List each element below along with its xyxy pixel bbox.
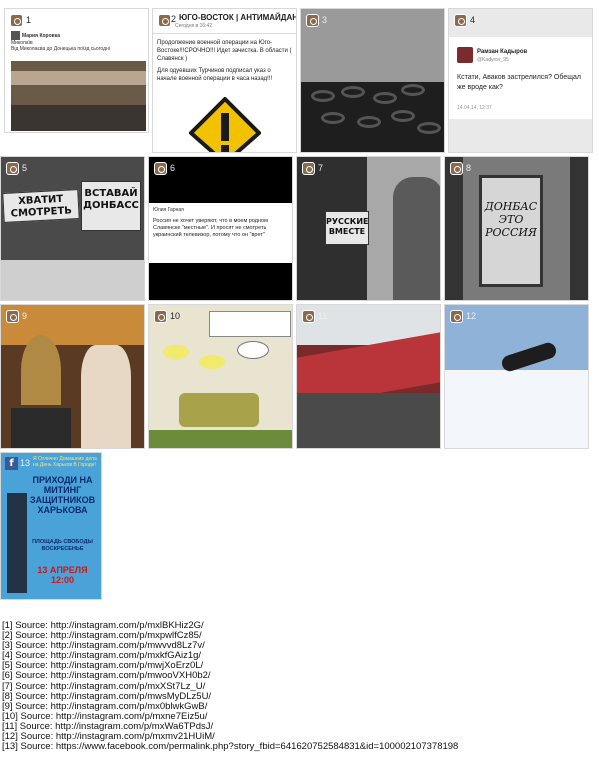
flyer-headline: ПРИХОДИ НА МИТИНГ ЗАЩИТНИКОВ ХАРЬКОВА	[29, 475, 96, 515]
image-tile-12[interactable]: 12	[444, 304, 589, 449]
tile-number: 2	[171, 14, 177, 24]
tweet-date: 14.04.14, 12:37	[457, 105, 492, 111]
image-tile-6[interactable]: 6 Юлия Гарная Россия не хочет уверяют, ч…	[148, 156, 293, 301]
instagram-icon	[302, 310, 315, 323]
post-time: Сегодня в 16:42	[175, 23, 213, 29]
protest-sign-left: ХВАТИТ СМОТРЕТЬ	[2, 189, 80, 223]
tile-number: 6	[170, 163, 176, 173]
facebook-post: Мария Коровка Миколаїв Від Миколаєва до …	[11, 31, 142, 52]
source-line[interactable]: [13] Source: https://www.facebook.com/pe…	[2, 742, 458, 752]
instagram-icon	[450, 162, 463, 175]
avatar	[457, 47, 473, 63]
tile-number: 10	[170, 311, 181, 321]
tweet-text: Кстати, Аваков застрелился? Обещал же вр…	[457, 74, 581, 91]
avatar	[11, 31, 20, 40]
image-tile-7[interactable]: РУССКИЕ ВМЕСТЕ 7	[296, 156, 441, 301]
post-text-2: Для одуевших Турчинов подписал указ о на…	[157, 68, 273, 82]
image-tile-1[interactable]: 1 Мария Коровка Миколаїв Від Миколаєва д…	[4, 8, 149, 133]
flyer-date-day: 13 АПРЕЛЯ	[37, 565, 88, 575]
protest-sign: РУССКИЕ ВМЕСТЕ	[325, 211, 369, 245]
tile-number: 1	[26, 15, 32, 25]
tile-number: 4	[470, 15, 476, 25]
image-tile-13[interactable]: f 13 Я Отлично Домашние дела на День Хар…	[0, 452, 102, 600]
instagram-icon	[302, 162, 315, 175]
facebook-icon: f	[5, 457, 18, 470]
instagram-icon	[6, 310, 19, 323]
monument	[7, 493, 27, 593]
tile-number: 5	[22, 163, 28, 173]
instagram-icon	[6, 162, 19, 175]
tile-number: 9	[22, 311, 28, 321]
tile-number: 3	[322, 15, 328, 25]
sources-list: [1] Source: http://instagram.com/p/mxlBK…	[2, 620, 458, 752]
instagram-icon	[154, 310, 167, 323]
image-tile-9[interactable]: 9	[0, 304, 145, 449]
image-tile-3[interactable]: 3	[300, 8, 445, 153]
person-in-snow	[499, 340, 559, 374]
post-author: Юлия Гарная	[153, 207, 184, 213]
instagram-icon	[306, 14, 319, 27]
image-tile-5[interactable]: ХВАТИТ СМОТРЕТЬ ВСТАВАЙ ДОНБАСС 5	[0, 156, 145, 301]
tweet-handle: @Kadyrov_95	[477, 57, 509, 63]
group-title: ЮГО-ВОСТОК | АНТИМАЙДАН	[179, 13, 297, 22]
image-tile-10[interactable]: 10	[148, 304, 293, 449]
image-tile-2[interactable]: 2 ЮГО-ВОСТОК | АНТИМАЙДАН Сегодня в 16:4…	[152, 8, 297, 153]
tile-number: 11	[318, 311, 328, 321]
post-author: Мария Коровка	[22, 32, 61, 39]
tile-number: 13	[20, 458, 31, 468]
instagram-icon	[154, 162, 167, 175]
image-tile-11[interactable]: 11	[296, 304, 441, 449]
instagram-icon	[158, 14, 171, 27]
post-photo	[11, 61, 146, 131]
warning-sign-icon	[189, 97, 261, 152]
poster-text: ДОНБАС ЭТО РОССИЯ	[484, 200, 538, 239]
tire-barricade	[301, 82, 444, 152]
image-tile-4[interactable]: 4 Рамзан Кадыров @Kadyrov_95 Кстати, Ава…	[448, 8, 593, 153]
tile-number: 8	[466, 163, 472, 173]
snow	[445, 370, 588, 448]
post-line: Від Миколаєва до Донецька поїзд сьогодні	[11, 46, 110, 52]
image-tile-8[interactable]: ДОНБАС ЭТО РОССИЯ 8	[444, 156, 589, 301]
post-text: Россия не хочет уверяют, что в моем родн…	[153, 218, 268, 238]
protest-sign-right: ВСТАВАЙ ДОНБАСС	[81, 181, 141, 231]
post-text-1: Продолжение военной операции на Юго-Вост…	[157, 40, 292, 62]
flyer-place: ПЛОЩАДЬ СВОБОДЫ ВОСКРЕСЕНЬЕ	[32, 539, 93, 552]
flyer-date-time: 12:00	[50, 575, 75, 585]
tweet-author: Рамзан Кадыров	[477, 49, 528, 55]
instagram-icon	[454, 14, 467, 27]
tile-number: 7	[318, 163, 324, 173]
flyer-top-text: Я Отлично Домашние дела на День Харьков …	[33, 456, 97, 468]
street-poster: ДОНБАС ЭТО РОССИЯ	[479, 175, 543, 287]
tile-number: 12	[466, 311, 477, 321]
instagram-icon	[450, 310, 463, 323]
instagram-icon	[10, 14, 23, 27]
post-text: Продолжение военной операции на Юго-Вост…	[157, 39, 292, 83]
flyer-date: 13 АПРЕЛЯ 12:00	[27, 565, 98, 585]
group-header: 2 ЮГО-ВОСТОК | АНТИМАЙДАН Сегодня в 16:4…	[153, 9, 296, 34]
